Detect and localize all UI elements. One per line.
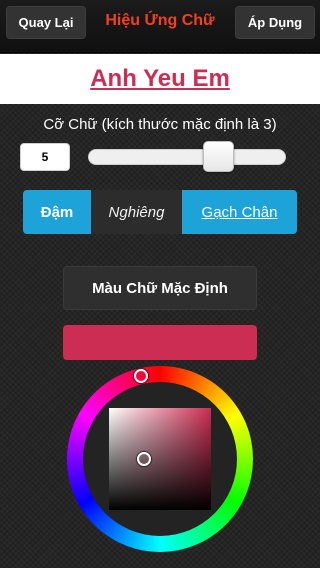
hue-selector-handle[interactable] — [134, 369, 148, 383]
font-size-field[interactable]: 5 — [20, 143, 70, 171]
preview-text: Anh Yeu Em — [90, 65, 230, 92]
navigation-bar: Quay Lại Hiệu Ứng Chữ Áp Dụng — [0, 0, 320, 53]
underline-toggle[interactable]: Gạch Chân — [182, 190, 297, 234]
default-color-button[interactable]: Màu Chữ Mặc Định — [63, 266, 257, 310]
saturation-brightness-square[interactable] — [109, 408, 211, 510]
bold-toggle[interactable]: Đậm — [23, 190, 91, 234]
font-size-slider-thumb[interactable] — [203, 141, 234, 172]
current-color-swatch — [63, 325, 257, 360]
italic-toggle[interactable]: Nghiêng — [91, 190, 182, 234]
font-size-slider[interactable] — [88, 149, 286, 165]
font-size-label: Cỡ Chữ (kích thước mặc định là 3) — [43, 116, 277, 133]
text-preview-panel: Anh Yeu Em — [0, 54, 320, 104]
screen-title: Hiệu Ứng Chữ — [105, 12, 215, 29]
color-selector-handle[interactable] — [137, 452, 151, 466]
apply-button[interactable]: Áp Dụng — [235, 6, 315, 39]
back-button[interactable]: Quay Lại — [6, 6, 86, 39]
